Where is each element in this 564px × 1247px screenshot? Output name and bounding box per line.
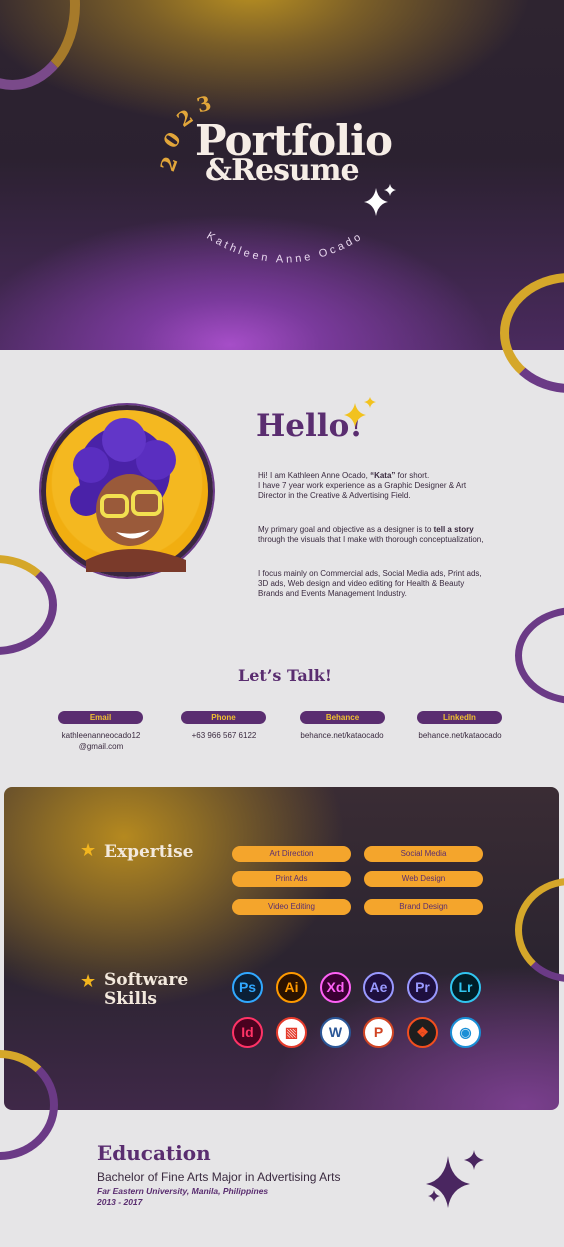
school: Far Eastern University, Manila, Philippi… — [97, 1186, 269, 1196]
linkedin-link[interactable]: behance.net/kataocado — [404, 730, 516, 741]
decorative-ring — [515, 607, 564, 704]
word-icon: W — [320, 1017, 351, 1048]
portrait-illustration — [70, 418, 186, 572]
expertise-tag: Social Media — [364, 846, 483, 862]
contact-label-linkedin: LinkedIn — [417, 711, 502, 724]
year-digit: 0 — [158, 127, 186, 153]
sparkle-icon — [426, 1150, 484, 1208]
lightroom-icon: Lr — [450, 972, 481, 1003]
software-heading: Software Skills — [104, 971, 188, 1009]
figma-icon: ❖ — [407, 1017, 438, 1048]
photoshop-icon: Ps — [232, 972, 263, 1003]
expertise-tag: Print Ads — [232, 871, 351, 887]
title-resume: &Resume — [205, 153, 360, 188]
author-name: Kathleen Anne Ocado — [204, 230, 362, 266]
skills-panel: ★ Expertise Art Direction Social Media P… — [4, 787, 559, 1110]
after-effects-icon: Ae — [363, 972, 394, 1003]
nickname: “Kata” — [370, 471, 396, 480]
expertise-tag: Web Design — [364, 871, 483, 887]
goal-text: through the visuals that I make with tho… — [258, 535, 484, 544]
star-icon: ★ — [80, 840, 97, 860]
goal-paragraph: My primary goal and objective as a desig… — [258, 525, 488, 545]
software-heading-line2: Skills — [104, 989, 158, 1009]
profile-avatar — [41, 405, 213, 577]
expertise-tag: Brand Design — [364, 899, 483, 915]
powerpoint-icon: P — [363, 1017, 394, 1048]
contact-heading: Let’s Talk! — [238, 666, 332, 685]
contact-label-phone: Phone — [181, 711, 266, 724]
portfolio-page: 2 0 2 3 Portfolio &Resume Kathleen Anne … — [0, 0, 564, 1247]
degree: Bachelor of Fine Arts Major in Advertisi… — [97, 1170, 341, 1184]
contact-label-email: Email — [58, 711, 143, 724]
experience-text: I have 7 year work experience as a Graph… — [258, 481, 467, 500]
expertise-heading: Expertise — [104, 842, 194, 862]
education-heading: Education — [97, 1141, 211, 1165]
school-years: 2013 - 2017 — [97, 1197, 143, 1207]
phone-value[interactable]: +63 966 567 6122 — [168, 730, 280, 741]
intro-text: for short. — [395, 471, 430, 480]
xd-icon: Xd — [320, 972, 351, 1003]
focus-paragraph: I focus mainly on Commercial ads, Social… — [258, 569, 482, 598]
goal-highlight: tell a story — [433, 525, 474, 534]
illustrator-icon: Ai — [276, 972, 307, 1003]
software-heading-line1: Software — [104, 970, 189, 990]
year-digit: 3 — [194, 90, 214, 118]
expertise-tag: Art Direction — [232, 846, 351, 862]
premiere-icon: Pr — [407, 972, 438, 1003]
sparkle-icon — [344, 397, 376, 427]
decorative-ring — [0, 0, 80, 90]
behance-link[interactable]: behance.net/kataocado — [286, 730, 398, 741]
hero-banner: 2 0 2 3 Portfolio &Resume Kathleen Anne … — [0, 0, 564, 350]
email-value[interactable]: kathleenanneocado12 @gmail.com — [45, 730, 157, 752]
svg-text:Kathleen Anne Ocado: Kathleen Anne Ocado — [204, 230, 365, 266]
sketchup-icon: ▧ — [276, 1017, 307, 1048]
goal-text: My primary goal and objective as a desig… — [258, 525, 434, 534]
year-digit: 2 — [155, 153, 183, 175]
year-digit: 2 — [172, 104, 198, 132]
name-arc: Kathleen Anne Ocado — [204, 230, 365, 266]
intro-paragraph: Hi! I am Kathleen Anne Ocado, “Kata” for… — [258, 471, 488, 501]
keyshot-icon: ◉ — [450, 1017, 481, 1048]
indesign-icon: Id — [232, 1017, 263, 1048]
star-icon: ★ — [80, 971, 97, 991]
expertise-tag: Video Editing — [232, 899, 351, 915]
intro-text: Hi! I am Kathleen Anne Ocado, — [258, 471, 371, 480]
contact-label-behance: Behance — [300, 711, 385, 724]
